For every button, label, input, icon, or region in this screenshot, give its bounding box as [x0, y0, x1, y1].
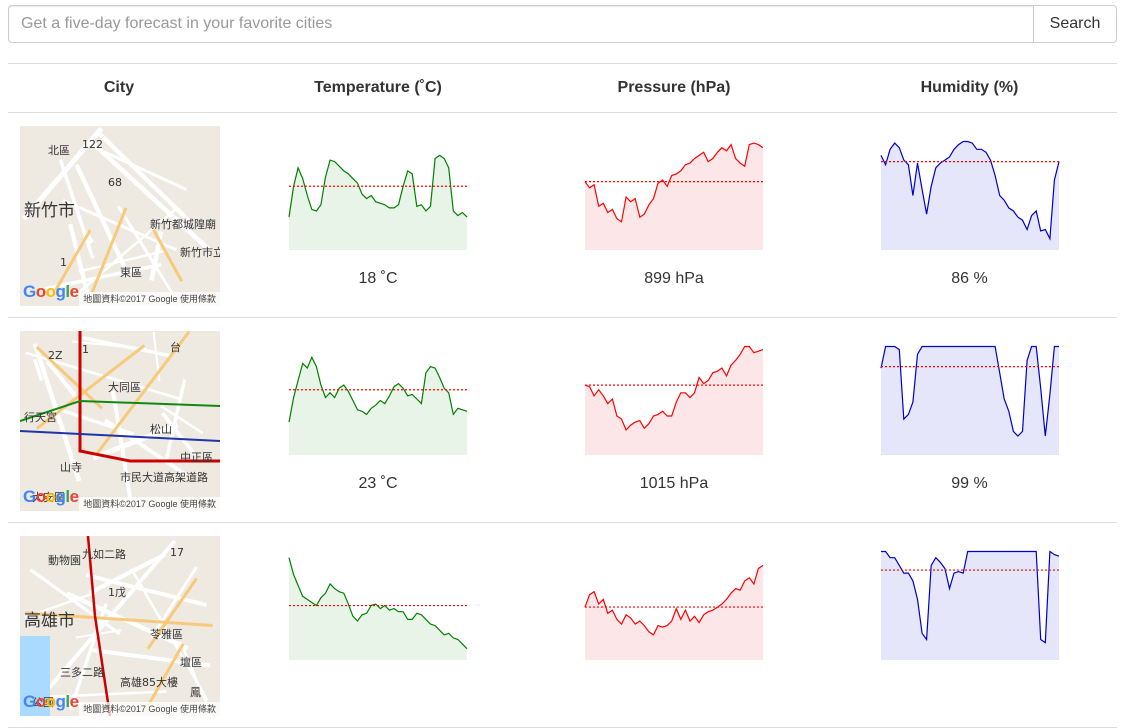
humidity-area [880, 346, 1059, 455]
pressure-area [585, 565, 763, 660]
city-row-2: 2Z 1 大同區 行天宮 松山 中正區 市民大道高架道路 山寺 大安區台 Google 地圖資料… [8, 317, 1117, 523]
map-terms-link[interactable]: 使用條款 [180, 704, 216, 714]
map-label: 中正區 [180, 451, 213, 464]
map-label: 三多二路 [60, 665, 104, 679]
humidity-sparkline [880, 550, 1059, 660]
humidity-value: 99 % [951, 475, 988, 492]
map-label: 市民大道高架道路 [120, 470, 208, 484]
map-label: 苓雅區 [150, 627, 183, 641]
humidity-area [880, 551, 1059, 660]
temperature-area [289, 557, 467, 660]
pressure-sparkline [584, 142, 764, 250]
map-data-attribution: 地圖資料©2017 Google [83, 704, 178, 714]
map-label: 松山 [150, 422, 172, 436]
google-logo: Google [23, 692, 79, 711]
map-data-attribution: 地圖資料©2017 Google [83, 499, 178, 509]
map-label: 68 [108, 176, 122, 189]
map-tiles: 2Z 1大同區行天宮松山中正區市民大道高架道路山寺大安區台 [20, 331, 220, 511]
map-label: 高雄市 [24, 611, 75, 631]
humidity-sparkline [879, 140, 1060, 250]
map-label: 台 [170, 340, 181, 354]
map-data-attribution: 地圖資料©2017 Google [83, 294, 178, 304]
map-label: 鳳 [190, 686, 201, 699]
temperature-sparkline [288, 355, 468, 455]
map-label: 2Z [48, 349, 63, 362]
humidity-value: 86 % [951, 270, 988, 287]
humidity-sparkline [879, 345, 1059, 455]
map-label: 行天宮 [24, 410, 57, 424]
map-tiles: 北區 122 68 新竹市新竹都城隍廟新竹市立動東區 1 [20, 126, 220, 306]
forecast-table: City Temperature (˚C) Pressure (hPa) Hum… [8, 63, 1117, 728]
search-input[interactable] [8, 5, 1033, 43]
city-row-3: 動物園 九如二路 1戊 高雄市 苓雅區 壇區 高雄85大樓 三多二路 公園 17 鳳 Google … [8, 522, 1117, 728]
search-bar: Search [8, 5, 1117, 43]
map-terms-link[interactable]: 使用條款 [180, 499, 216, 509]
map-label: 1 [82, 343, 89, 356]
pressure-area [585, 346, 763, 455]
header-temperature: Temperature (˚C) [230, 63, 526, 113]
header-pressure: Pressure (hPa) [526, 63, 822, 113]
map-label: 新竹都城隍廟 [150, 217, 216, 231]
search-button[interactable]: Search [1033, 5, 1117, 43]
temperature-sparkline [288, 154, 468, 250]
map-label: 大同區 [108, 380, 141, 394]
map-label: 高雄85大樓 [120, 675, 178, 689]
pressure-sparkline [584, 564, 764, 660]
temperature-sparkline [288, 557, 468, 660]
map-label: 新竹市 [24, 201, 75, 221]
header-city: City [8, 63, 230, 113]
temperature-area [289, 357, 467, 455]
map-label: 17 [170, 546, 184, 559]
pressure-value: 1015 hPa [639, 475, 709, 492]
city-map[interactable]: 動物園 九如二路 1戊 高雄市 苓雅區 壇區 高雄85大樓 三多二路 公園 17 鳳 Google … [20, 536, 220, 716]
humidity-area [880, 141, 1059, 250]
google-logo: Google [23, 487, 79, 506]
header-humidity: Humidity (%) [822, 63, 1117, 113]
map-tiles: 動物園 九如二路1戊高雄市苓雅區壇區高雄85大樓三多二路公園17鳳 [20, 536, 220, 716]
map-label: 東區 [120, 266, 142, 279]
map-terms-link[interactable]: 使用條款 [180, 294, 216, 304]
map-label: 新竹市立動 [180, 245, 220, 259]
map-label: 1戊 [108, 586, 126, 599]
map-label: 動物園 [48, 553, 81, 567]
map-label: 山寺 [60, 461, 82, 474]
map-label: 1 [60, 256, 67, 269]
city-map[interactable]: 2Z 1 大同區 行天宮 松山 中正區 市民大道高架道路 山寺 大安區台 Google 地圖資料… [20, 331, 220, 511]
city-map[interactable]: 北區 122 68 新竹市新竹都城隍廟新竹市立動東區 1 Google 地圖資料©201… [20, 126, 220, 306]
map-label: 九如二路 [82, 547, 126, 561]
temperature-value: 23 ˚C [358, 475, 398, 492]
pressure-sparkline [584, 345, 764, 455]
pressure-value: 899 hPa [644, 270, 704, 287]
city-row-1: 北區 122 68 新竹市新竹都城隍廟新竹市立動東區 1 Google 地圖資料©201… [8, 112, 1117, 318]
google-logo: Google [23, 282, 79, 301]
map-label: 北區 [48, 144, 70, 157]
map-label: 122 [82, 138, 103, 151]
map-label: 壇區 [180, 655, 202, 669]
temperature-value: 18 ˚C [358, 270, 398, 287]
table-header-row: City Temperature (˚C) Pressure (hPa) Hum… [8, 63, 1117, 113]
